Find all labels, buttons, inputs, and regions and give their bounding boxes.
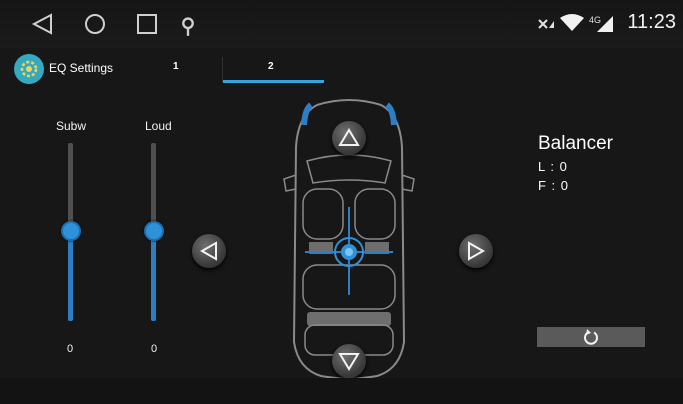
balancer-left-value: L : 0 (538, 159, 568, 174)
reset-button[interactable] (537, 327, 645, 347)
balancer-front-value: F : 0 (538, 178, 570, 193)
loudness-value: 0 (151, 343, 158, 355)
balancer-title: Balancer (538, 133, 613, 154)
refresh-icon (584, 329, 598, 345)
balance-point-icon[interactable] (333, 236, 365, 268)
tab-2[interactable]: 2 (268, 61, 274, 72)
loudness-label: Loud (145, 119, 172, 133)
back-triangle-icon[interactable] (31, 13, 53, 35)
balance-left-button[interactable] (192, 234, 226, 268)
active-tab-indicator (223, 80, 324, 83)
wifi-icon (560, 14, 584, 31)
subwoofer-slider-thumb[interactable] (60, 221, 81, 241)
settings-gear-icon (20, 60, 38, 78)
home-circle-icon[interactable] (84, 13, 106, 35)
screen: 4G 11:23 EQ Settings 1 2 Subw 0 Loud 0 B… (0, 0, 683, 404)
arrow-down-icon (338, 353, 360, 371)
balance-down-button[interactable] (332, 344, 366, 378)
no-signal-x-icon (538, 19, 554, 29)
tab-divider (222, 57, 223, 82)
subwoofer-value: 0 (67, 343, 74, 355)
subwoofer-label: Subw (56, 119, 87, 133)
location-pin-icon (182, 17, 194, 36)
loudness-slider-fill (151, 228, 156, 321)
subwoofer-slider-track[interactable] (60, 143, 81, 321)
tab-1[interactable]: 1 (173, 61, 179, 72)
loudness-slider-track[interactable] (143, 143, 164, 321)
cellular-signal-icon (597, 16, 613, 32)
recent-apps-square-icon[interactable] (136, 13, 158, 35)
balance-up-button[interactable] (332, 121, 366, 155)
bottom-strip (0, 378, 683, 404)
app-title: EQ Settings (49, 61, 114, 75)
arrow-right-icon (468, 241, 486, 261)
app-logo[interactable] (14, 54, 44, 84)
arrow-up-icon (338, 128, 360, 146)
arrow-left-icon (199, 241, 217, 261)
balance-right-button[interactable] (459, 234, 493, 268)
clock-time: 11:23 (627, 11, 676, 33)
loudness-slider-thumb[interactable] (143, 221, 164, 241)
subwoofer-slider-fill (68, 228, 73, 321)
